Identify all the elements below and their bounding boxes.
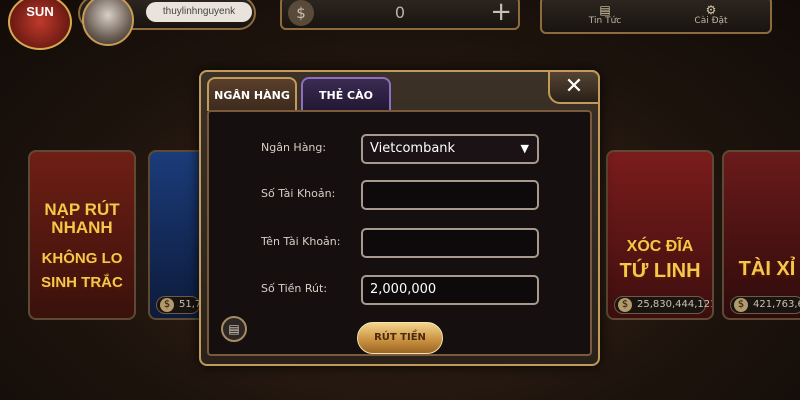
promo-line-4: SINH TRẮC <box>41 274 123 291</box>
currency-icon: $ <box>288 0 314 26</box>
form-row-bank: Ngân Hàng: Vietcombank ▼ <box>209 134 590 164</box>
chevron-down-icon: ▼ <box>520 142 529 155</box>
history-icon[interactable]: ▤ <box>221 316 247 342</box>
balance-value: 0 <box>394 3 406 22</box>
withdraw-dialog: NGÂN HÀNG THẺ CÀO ✕ Ngân Hàng: Vietcomba… <box>199 70 600 366</box>
nav-news-label: Tin Tức <box>588 16 622 26</box>
jackpot-xoc-dia-value: 25,830,444,121 <box>637 299 714 310</box>
news-icon: ▤ <box>599 3 611 17</box>
jackpot-tai-xiu: $ 421,763,6 <box>730 296 800 314</box>
xoc-dia-line-2: TỨ LINH <box>619 260 701 282</box>
dollar-icon: $ <box>618 298 632 312</box>
nav-news[interactable]: ▤ Tin Tức <box>560 4 650 26</box>
add-funds-button[interactable]: + <box>490 0 512 26</box>
form-row-amount: Số Tiền Rút: 2,000,000 <box>209 275 590 305</box>
nav-settings-label: Cài Đặt <box>694 16 728 26</box>
sun-logo: SUN <box>8 0 72 50</box>
user-pill[interactable]: thuylinhnguyenk <box>78 0 256 46</box>
tai-xiu-label: TÀI XỈ <box>738 258 796 280</box>
form-row-account-name: Tên Tài Khoản: <box>209 228 590 258</box>
tab-bank[interactable]: NGÂN HÀNG <box>207 77 297 111</box>
promo-line-3: KHÔNG LO <box>41 250 123 267</box>
jackpot-xoc-dia: $ 25,830,444,121 <box>614 296 712 314</box>
xoc-dia-line-1: XÓC ĐĨA <box>626 238 694 255</box>
account-name-input[interactable] <box>361 228 539 258</box>
avatar[interactable] <box>82 0 134 46</box>
top-nav: ▤ Tin Tức ⚙ Cài Đặt <box>540 0 772 34</box>
promo-line-2: NHANH <box>51 218 113 237</box>
form-row-account-number: Số Tài Khoản: <box>209 180 590 210</box>
dollar-icon: $ <box>160 298 174 312</box>
account-number-input[interactable] <box>361 180 539 210</box>
account-name-label: Tên Tài Khoản: <box>261 235 341 248</box>
jackpot-tai-xiu-value: 421,763,6 <box>753 299 800 310</box>
username: thuylinhnguyenk <box>146 2 252 22</box>
withdraw-form: Ngân Hàng: Vietcombank ▼ Số Tài Khoản: T… <box>207 110 592 356</box>
withdraw-button[interactable]: RÚT TIỀN <box>357 322 443 354</box>
tab-card[interactable]: THẺ CÀO <box>301 77 391 111</box>
jackpot-left: $ 51,7 <box>156 296 202 314</box>
dollar-icon: $ <box>734 298 748 312</box>
bank-label: Ngân Hàng: <box>261 141 327 154</box>
top-bar: SUN thuylinhnguyenk $ 0 + ▤ Tin Tức ⚙ Cà… <box>0 0 800 50</box>
game-card-xoc-dia[interactable]: XÓC ĐĨA TỨ LINH $ 25,830,444,121 <box>606 150 714 320</box>
balance-bar: $ 0 + <box>280 0 520 30</box>
jackpot-left-value: 51,7 <box>179 299 202 310</box>
amount-label: Số Tiền Rút: <box>261 282 328 295</box>
promo-card[interactable]: NẠP RÚT NHANH KHÔNG LO SINH TRẮC <box>28 150 136 320</box>
nav-settings[interactable]: ⚙ Cài Đặt <box>666 4 756 26</box>
game-card-tai-xiu[interactable]: TÀI XỈ $ 421,763,6 <box>722 150 800 320</box>
gear-icon: ⚙ <box>705 3 717 17</box>
logo-text: SUN <box>26 4 54 19</box>
account-number-label: Số Tài Khoản: <box>261 187 336 200</box>
promo-line-1: NẠP RÚT <box>44 200 120 219</box>
amount-input[interactable]: 2,000,000 <box>361 275 539 305</box>
close-button[interactable]: ✕ <box>548 70 600 104</box>
bank-select-value: Vietcombank <box>370 141 456 156</box>
bank-select[interactable]: Vietcombank ▼ <box>361 134 539 164</box>
